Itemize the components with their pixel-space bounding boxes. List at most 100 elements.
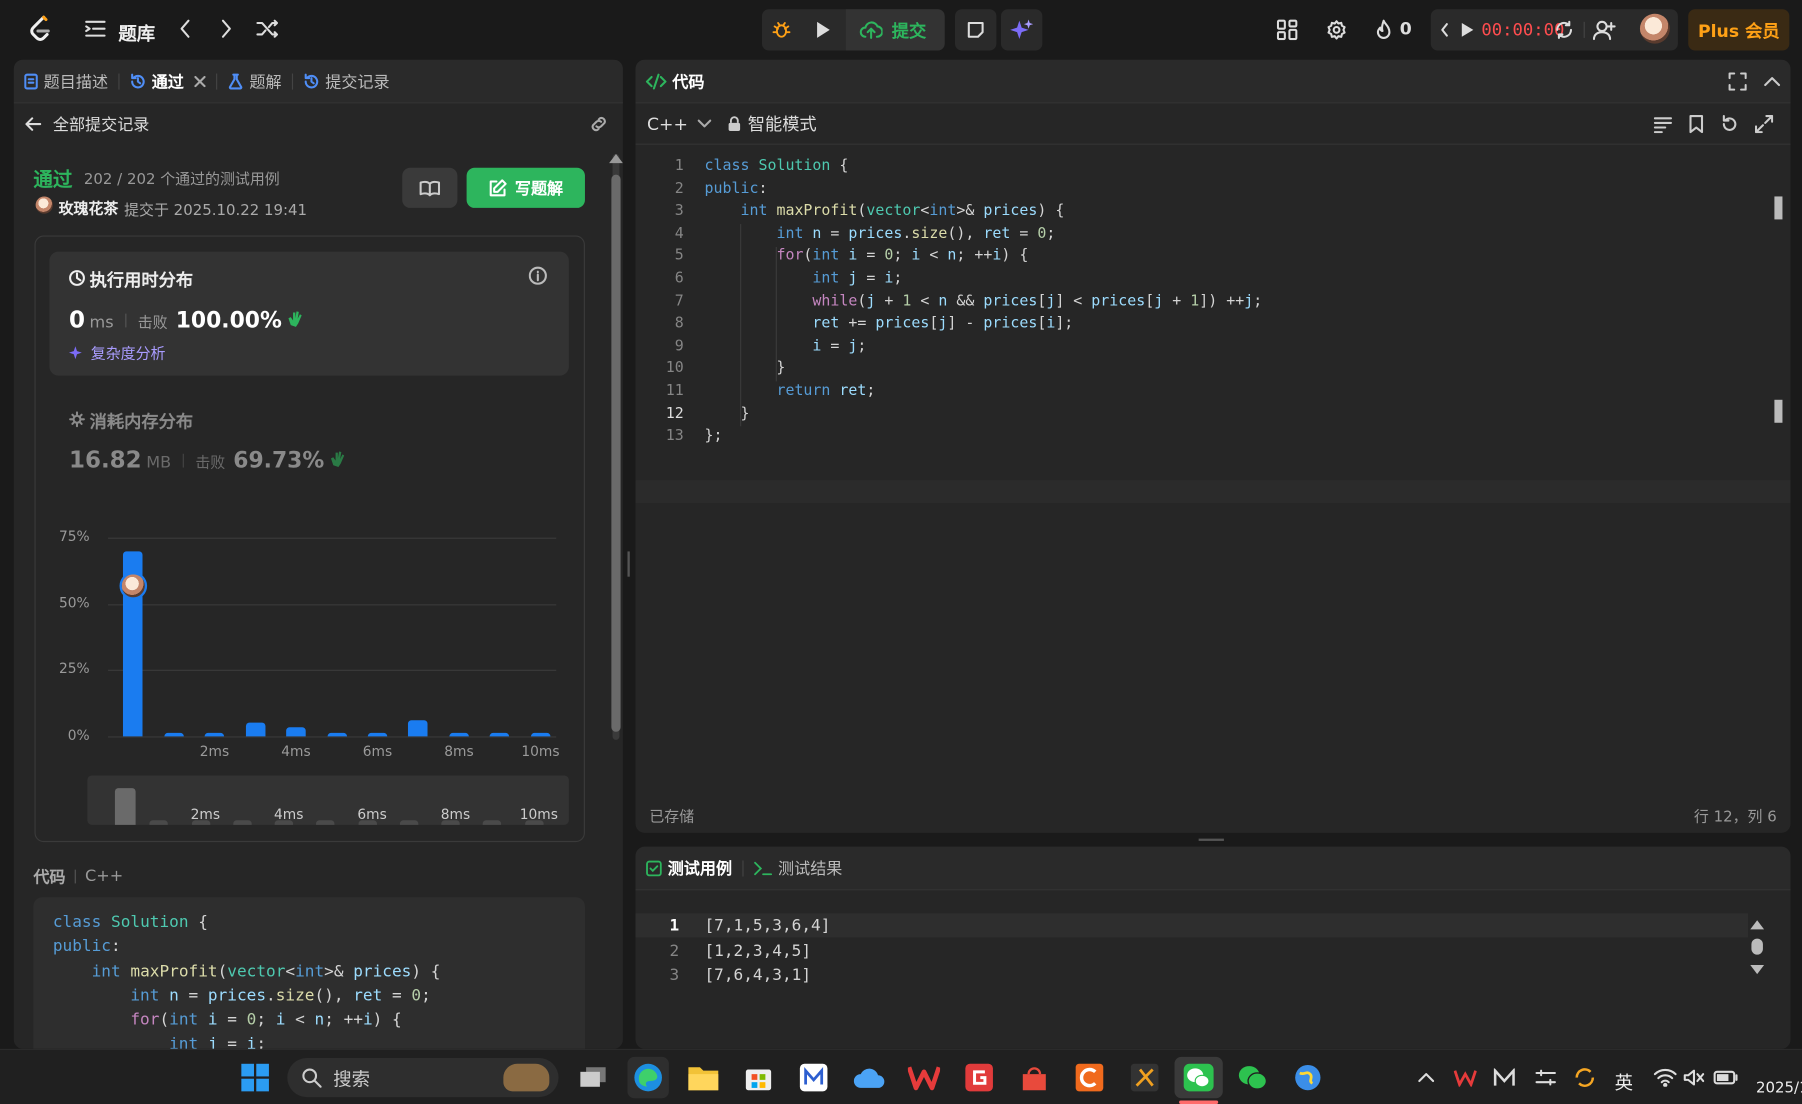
- leetcode-logo-icon[interactable]: [25, 14, 55, 44]
- scroll-down-icon[interactable]: [1750, 964, 1765, 975]
- line-number: 9: [674, 337, 684, 355]
- y-tick-label: 0%: [67, 727, 90, 744]
- tab-submissions[interactable]: 提交记录: [293, 60, 400, 103]
- tray-expand-icon[interactable]: [1415, 1064, 1438, 1092]
- shuffle-icon[interactable]: [254, 16, 282, 41]
- run-icon[interactable]: [807, 11, 839, 48]
- bookmark-icon[interactable]: [1688, 114, 1704, 134]
- chart-bar[interactable]: [449, 732, 469, 737]
- chevron-up-icon[interactable]: [1763, 75, 1781, 86]
- language-select[interactable]: C++: [647, 113, 711, 134]
- scrollbar-thumb[interactable]: [611, 174, 621, 732]
- format-icon[interactable]: [1653, 115, 1673, 134]
- line-number: 11: [665, 382, 684, 400]
- windows-start-icon[interactable]: [234, 1057, 275, 1098]
- globe-app-icon[interactable]: [1287, 1057, 1328, 1098]
- write-solution-button[interactable]: 写题解: [466, 167, 585, 208]
- complexity-link[interactable]: 复杂度分析: [68, 341, 166, 363]
- edge-browser-icon[interactable]: [627, 1056, 669, 1099]
- wps-tray-icon[interactable]: [1453, 1064, 1478, 1092]
- cloud-drive-icon[interactable]: [848, 1057, 889, 1098]
- close-tab-icon[interactable]: [194, 75, 206, 87]
- sync-tray-icon[interactable]: [1572, 1064, 1597, 1092]
- my-submission-avatar[interactable]: [119, 571, 147, 600]
- huawei-icon[interactable]: [1014, 1057, 1055, 1098]
- problem-bank-label[interactable]: 题库: [118, 18, 155, 46]
- mail-app-icon[interactable]: [793, 1057, 834, 1098]
- add-user-icon[interactable]: [1591, 17, 1619, 42]
- c-app-icon[interactable]: [1069, 1057, 1110, 1098]
- mini-x-tick-label: 8ms: [440, 806, 471, 823]
- scroll-up-icon[interactable]: [1750, 920, 1765, 930]
- code-editor[interactable]: class Solution {public: int maxProfit(ve…: [704, 155, 1262, 448]
- scrollbar-thumb[interactable]: [1751, 938, 1763, 955]
- code-line: }: [704, 359, 786, 378]
- chart-bar[interactable]: [530, 732, 551, 737]
- testcase-line-number: 2: [669, 941, 680, 960]
- wifi-icon[interactable]: [1653, 1064, 1678, 1092]
- ide-app-icon[interactable]: [1124, 1057, 1165, 1098]
- vertical-resize-handle[interactable]: [1198, 838, 1224, 841]
- collapse-timer-icon[interactable]: [1435, 17, 1453, 42]
- resize-handle[interactable]: [627, 551, 630, 577]
- flask-icon: [228, 73, 244, 89]
- submit-button[interactable]: 提交: [845, 9, 945, 51]
- book-button[interactable]: [402, 167, 458, 208]
- wechat-active-icon[interactable]: [1174, 1056, 1223, 1099]
- flame-icon[interactable]: [1372, 17, 1395, 42]
- wechat-icon[interactable]: [1232, 1057, 1273, 1098]
- chart-bar[interactable]: [245, 723, 265, 737]
- chart-bar[interactable]: [204, 732, 225, 737]
- chart-bar[interactable]: [163, 732, 184, 737]
- reset-timer-icon[interactable]: [1551, 17, 1576, 42]
- next-problem-icon[interactable]: [214, 16, 239, 41]
- info-icon[interactable]: [528, 266, 547, 285]
- chart-bar[interactable]: [286, 727, 306, 737]
- tab-solutions[interactable]: 题解: [217, 60, 292, 103]
- y-tick-label: 25%: [58, 660, 90, 678]
- tab-test-results[interactable]: 测试结果: [744, 847, 853, 890]
- store-icon[interactable]: [738, 1057, 779, 1098]
- layout-icon[interactable]: [1273, 17, 1301, 42]
- undo-icon[interactable]: [1720, 114, 1738, 133]
- tab-code[interactable]: 代码: [636, 60, 715, 103]
- runtime-distribution-chart[interactable]: 75% 50% 25% 0% 2ms 4ms 6ms 8ms 10ms: [48, 519, 565, 760]
- tab-description[interactable]: 题目描述: [14, 60, 119, 103]
- saved-status: 已存储: [649, 808, 695, 826]
- link-icon[interactable]: [586, 113, 611, 136]
- all-submissions-link[interactable]: 全部提交记录: [53, 113, 150, 136]
- memory-title[interactable]: 消耗内存分布: [90, 409, 193, 433]
- mail-tray-icon[interactable]: [1492, 1064, 1517, 1092]
- back-arrow-icon[interactable]: [25, 117, 42, 131]
- mute-icon[interactable]: [1681, 1064, 1706, 1092]
- file-explorer-icon[interactable]: [683, 1057, 724, 1098]
- code-line: for(int i = 0; i < n; ++i) {: [776, 247, 1029, 265]
- timer-play-icon[interactable]: [1457, 17, 1478, 42]
- chart-bar[interactable]: [408, 720, 428, 737]
- fullscreen-icon[interactable]: [1728, 71, 1747, 91]
- wps-icon[interactable]: [903, 1057, 944, 1098]
- grid-line: [108, 603, 557, 606]
- user-avatar[interactable]: [1639, 13, 1670, 44]
- smart-mode-toggle[interactable]: 智能模式: [727, 111, 817, 135]
- chart-bar[interactable]: [489, 732, 510, 737]
- chart-bar[interactable]: [367, 732, 388, 737]
- chart-bar[interactable]: [326, 732, 347, 737]
- username[interactable]: 玫瑰花茶: [59, 196, 119, 218]
- list-icon[interactable]: [83, 16, 108, 41]
- g-app-icon[interactable]: [958, 1057, 999, 1098]
- switch-tray-icon[interactable]: [1533, 1064, 1558, 1092]
- gear-icon[interactable]: [1323, 17, 1351, 42]
- tab-testcases[interactable]: 测试用例: [636, 847, 743, 890]
- ime-indicator[interactable]: 英: [1615, 1067, 1633, 1095]
- expand-icon[interactable]: [1754, 114, 1774, 134]
- task-view-icon[interactable]: [572, 1057, 613, 1098]
- debug-icon[interactable]: [764, 11, 798, 48]
- tab-accepted[interactable]: 通过: [120, 60, 217, 103]
- battery-icon[interactable]: [1712, 1064, 1740, 1092]
- testcase-editor[interactable]: [7,1,5,3,6,4] [1,2,3,4,5] [7,6,4,3,1]: [704, 914, 830, 988]
- plus-member-button[interactable]: Plus 会员: [1688, 9, 1790, 51]
- prev-problem-icon[interactable]: [172, 16, 197, 41]
- scroll-up-icon[interactable]: [609, 153, 623, 164]
- code-line: class Solution {: [704, 157, 849, 175]
